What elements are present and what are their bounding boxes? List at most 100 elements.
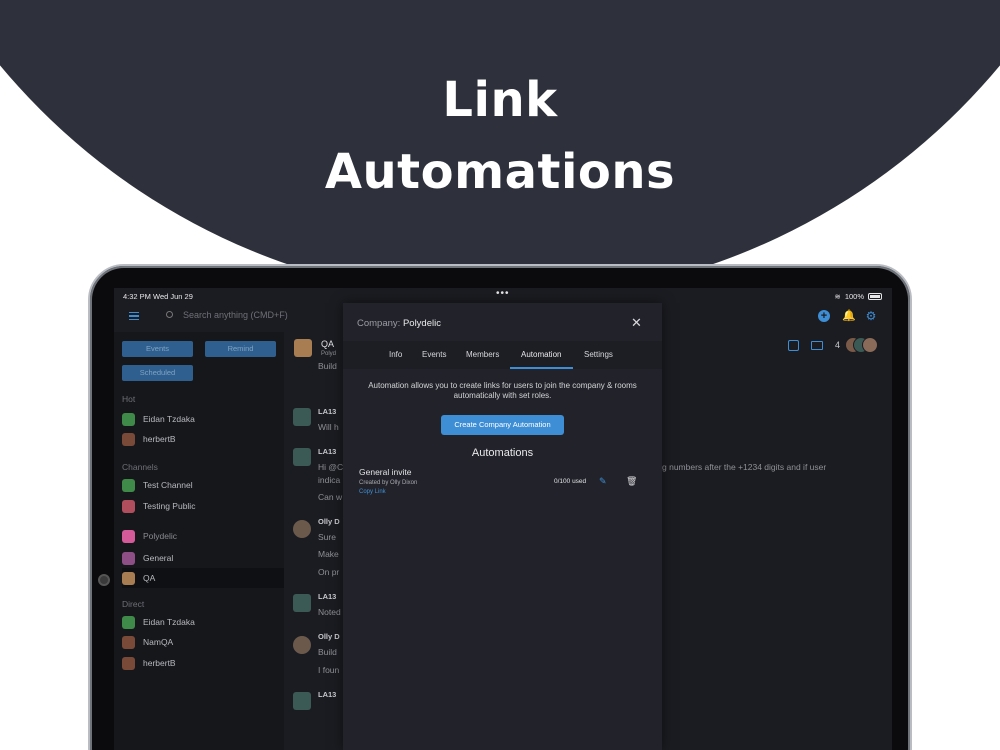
chat-author: Olly D: [318, 632, 340, 641]
edit-icon[interactable]: ✎: [599, 476, 609, 486]
close-icon[interactable]: ✕: [631, 316, 642, 329]
multitask-dots-icon[interactable]: •••: [496, 288, 510, 299]
status-time: 4:32 PM Wed Jun 29: [123, 292, 193, 301]
trash-icon[interactable]: 🗑: [626, 476, 637, 486]
sidebar-item-label: QA: [143, 573, 156, 583]
chat-author: Olly D: [318, 517, 340, 526]
sidebar-item-label: Eidan Tzdaka: [143, 414, 195, 424]
avatar: [122, 412, 135, 426]
avatar: [862, 337, 878, 353]
chat-message: I foun: [318, 665, 340, 675]
chat-author: LA13: [318, 407, 337, 416]
sidebar-item-direct-1[interactable]: Eidan Tzdaka: [122, 612, 284, 632]
sidebar: Events Remind Scheduled Hot Eidan Tzdaka…: [114, 332, 284, 750]
scheduled-button[interactable]: Scheduled: [122, 365, 193, 381]
sidebar-item-label: herbertB: [143, 658, 176, 668]
chat-message: Sure: [318, 532, 336, 542]
sidebar-item-qa[interactable]: QA: [122, 568, 284, 588]
automation-creator: Created by Olly Dixon: [359, 480, 418, 486]
chat-message: indica: [318, 475, 341, 485]
sidebar-item-label: General: [143, 553, 174, 563]
tab-settings[interactable]: Settings: [584, 350, 613, 359]
sidebar-item-direct-2[interactable]: NamQA: [122, 632, 284, 652]
modal-title-prefix: Company:: [357, 318, 401, 329]
avatar: [122, 432, 135, 446]
active-tab-indicator: [510, 367, 573, 369]
automation-name: General invite: [359, 467, 412, 477]
tab-members[interactable]: Members: [466, 350, 499, 359]
gear-icon[interactable]: ⚙: [865, 310, 877, 322]
tab-automation[interactable]: Automation: [521, 350, 561, 359]
sidebar-item-hot-2[interactable]: herbertB: [122, 429, 284, 449]
chat-message: Can w: [318, 492, 343, 502]
company-modal: Company: Polydelic ✕ Info Events Members…: [343, 303, 662, 750]
modal-tabs: Info Events Members Automation Settings: [343, 341, 662, 369]
create-company-automation-button[interactable]: Create Company Automation: [441, 415, 564, 435]
add-icon[interactable]: +: [818, 310, 830, 322]
avatar: [293, 692, 311, 710]
search-input[interactable]: Search anything (CMD+F): [183, 310, 288, 320]
chat-message-overflow: g numbers after the +1234 digits and if …: [662, 462, 827, 472]
media-icon[interactable]: [811, 341, 823, 350]
sidebar-item-company[interactable]: Polydelic: [122, 526, 284, 546]
chat-message: Noted: [318, 607, 341, 617]
automation-description: Automation allows you to create links fo…: [368, 381, 637, 400]
chat-message: On pr: [318, 567, 340, 577]
chat-author: LA13: [318, 690, 337, 699]
search-icon: [166, 311, 173, 318]
sidebar-item-label: NamQA: [143, 637, 174, 647]
chat-author: LA13: [318, 592, 337, 601]
avatar: [293, 636, 311, 654]
avatar: [122, 635, 135, 649]
sidebar-item-label: Test Channel: [143, 480, 193, 490]
battery-percent: 100%: [844, 292, 864, 301]
member-count: 4: [835, 340, 841, 350]
chat-message: Build: [318, 361, 337, 371]
sidebar-item-testing-public[interactable]: Testing Public: [122, 496, 284, 516]
room-avatar: [294, 339, 312, 357]
share-icon[interactable]: [788, 340, 799, 351]
avatar: [122, 656, 135, 670]
marketing-stage: Link Automations 4:32 PM Wed Jun 29 ••• …: [0, 0, 1000, 750]
chat-message: Build: [318, 647, 337, 657]
sidebar-item-direct-3[interactable]: herbertB: [122, 653, 284, 673]
copy-link[interactable]: Copy Link: [359, 489, 386, 495]
sidebar-item-label: herbertB: [143, 434, 176, 444]
app-screen: 4:32 PM Wed Jun 29 ••• ≋ 100% Search any…: [114, 288, 892, 750]
hero-title-line1: Link: [442, 72, 558, 128]
bell-icon[interactable]: 🔔: [842, 310, 856, 322]
sidebar-item-hot-1[interactable]: Eidan Tzdaka: [122, 409, 284, 429]
chat-message: Hi @C: [318, 462, 344, 472]
room-subtitle: Polyd: [321, 351, 337, 357]
avatar: [122, 615, 135, 629]
automations-heading: Automations: [471, 447, 534, 459]
avatar: [293, 448, 311, 466]
tab-info[interactable]: Info: [389, 350, 402, 359]
sidebar-item-label: Eidan Tzdaka: [143, 617, 195, 627]
room-name: QA: [321, 339, 335, 349]
sidebar-item-test-channel[interactable]: Test Channel: [122, 475, 284, 495]
hero-title: Link Automations: [0, 64, 1000, 208]
section-channels: Channels: [122, 462, 158, 472]
events-button[interactable]: Events: [122, 341, 193, 357]
avatar: [293, 408, 311, 426]
camera-icon: [98, 574, 110, 586]
modal-header: Company: Polydelic ✕: [343, 303, 662, 341]
hero-title-line2: Automations: [324, 144, 676, 200]
company-logo-icon: [122, 529, 135, 543]
wifi-icon: ≋: [834, 292, 841, 301]
status-right: ≋ 100%: [835, 292, 882, 301]
member-avatars[interactable]: [845, 337, 879, 353]
section-hot: Hot: [122, 394, 136, 404]
remind-button[interactable]: Remind: [205, 341, 276, 357]
sidebar-item-label: Testing Public: [143, 501, 196, 511]
tab-events[interactable]: Events: [422, 350, 446, 359]
chat-message: Make: [318, 549, 339, 559]
avatar: [293, 520, 311, 538]
chat-message: Will h: [318, 422, 339, 432]
automation-usage: 0/100 used: [554, 478, 587, 485]
battery-icon: [868, 293, 882, 300]
sidebar-item-general[interactable]: General: [122, 548, 284, 568]
avatar: [122, 499, 135, 513]
menu-icon[interactable]: [129, 312, 139, 320]
